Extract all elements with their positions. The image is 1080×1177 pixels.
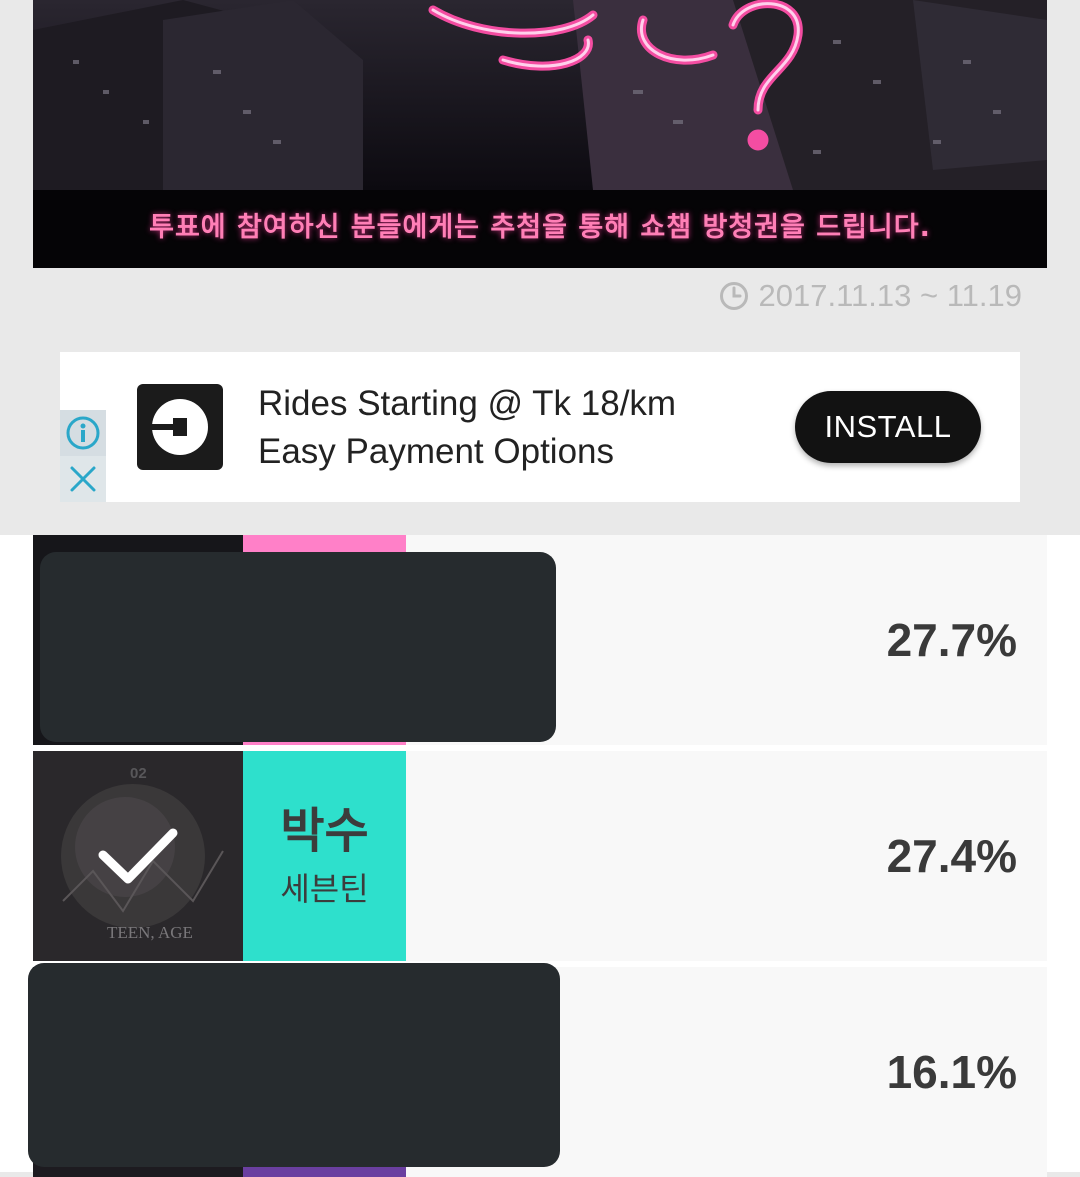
- redaction-overlay: [40, 552, 556, 742]
- vote-percent: 27.7%: [886, 614, 1017, 666]
- uber-logo-icon: [151, 399, 208, 455]
- ad-close-button[interactable]: [60, 456, 106, 502]
- redaction-overlay: [28, 963, 560, 1167]
- ad-line-2: Easy Payment Options: [258, 432, 614, 471]
- ad-info-button[interactable]: [60, 410, 106, 456]
- info-icon: [66, 416, 100, 450]
- result-row-2[interactable]: 02 TEEN, AGE 박수 세븐틴 27.4%: [33, 751, 1047, 961]
- ad-text: Rides Starting @ Tk 18/km Easy Payment O…: [258, 380, 676, 476]
- album-number: 02: [130, 765, 147, 782]
- song-artist: 세븐틴: [280, 870, 369, 908]
- ad-line-1: Rides Starting @ Tk 18/km: [258, 384, 677, 423]
- close-icon: [70, 466, 96, 492]
- ad-banner[interactable]: Rides Starting @ Tk 18/km Easy Payment O…: [60, 352, 1020, 502]
- poll-banner: 투표에 참여하신 분들에게는 추첨을 통해 쇼챔 방청권을 드립니다.: [33, 0, 1047, 268]
- vote-results-list: 27.7% 02 TEEN, AGE 박수 세븐틴 27.4% 16.1%: [0, 535, 1080, 1177]
- banner-caption: 투표에 참여하신 분들에게는 추첨을 통해 쇼챔 방청권을 드립니다.: [149, 212, 931, 243]
- clock-icon: [719, 282, 748, 310]
- vote-percent: 16.1%: [886, 1046, 1017, 1098]
- album-title-text: TEEN, AGE: [107, 923, 193, 942]
- install-button[interactable]: INSTALL: [795, 391, 981, 463]
- album-thumbnail: 02 TEEN, AGE: [33, 751, 243, 961]
- song-label-block: 박수 세븐틴: [243, 751, 406, 961]
- vote-period: 2017.11.13 ~ 11.19: [719, 278, 1022, 314]
- uber-logo: [137, 384, 223, 470]
- vote-period-text: 2017.11.13 ~ 11.19: [758, 278, 1022, 313]
- ad-badges: [60, 410, 106, 502]
- vote-percent: 27.4%: [886, 830, 1017, 882]
- song-title: 박수: [280, 803, 369, 859]
